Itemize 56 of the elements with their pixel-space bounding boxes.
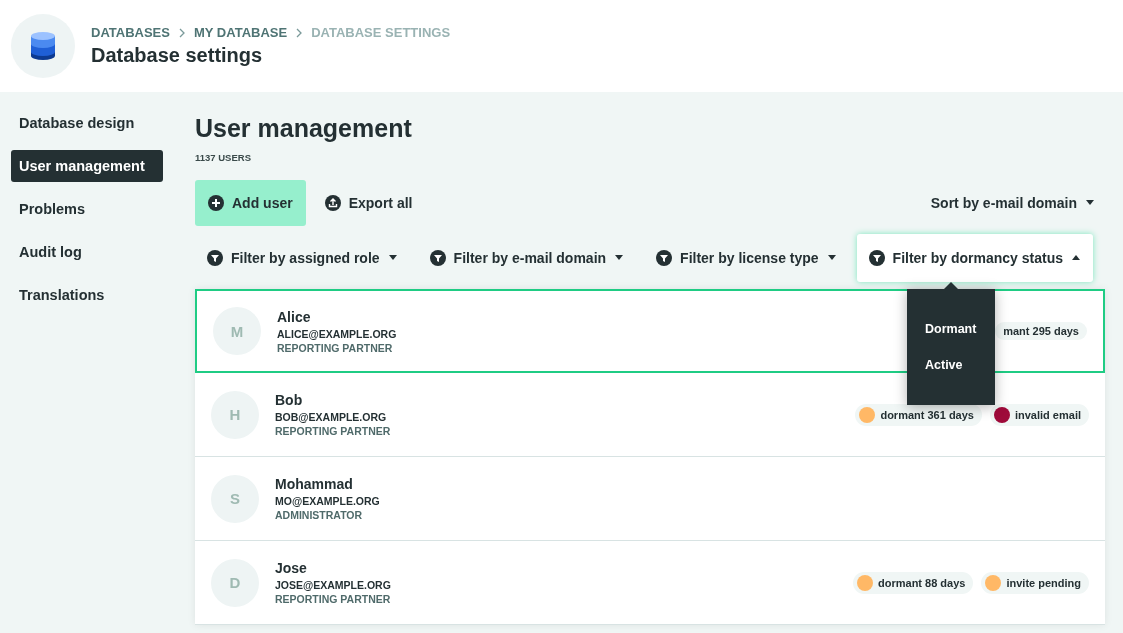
caret-icon <box>1085 200 1095 206</box>
avatar: M <box>213 307 261 355</box>
user-email: MO@EXAMPLE.ORG <box>275 495 380 507</box>
filter-dropdown[interactable]: Filter by dormancy status <box>856 234 1093 282</box>
status-tag: mant 295 days <box>995 322 1087 340</box>
avatar: S <box>211 474 259 523</box>
user-role: REPORTING PARTNER <box>275 425 391 437</box>
user-name: Alice <box>277 308 312 325</box>
status-tag: dormant 88 days <box>853 571 974 594</box>
sidebar-item[interactable]: User management <box>11 150 163 182</box>
sidebar-item[interactable]: Problems <box>11 193 163 225</box>
chevron-icon <box>295 27 304 38</box>
user-name: Mohammad <box>275 476 354 492</box>
status-tag: invite pending <box>981 571 1089 594</box>
menu-item[interactable]: Active <box>925 358 995 372</box>
menu-item[interactable]: Dormant <box>925 322 995 336</box>
user-name: Bob <box>275 392 304 408</box>
sort-dropdown[interactable]: Sort by e-mail domain <box>920 195 1105 211</box>
filter-icon <box>868 250 885 266</box>
user-email: BOB@EXAMPLE.ORG <box>275 411 388 423</box>
user-name: Jose <box>275 560 308 576</box>
status-tag: invalid email <box>989 403 1089 426</box>
caret-icon <box>387 255 398 261</box>
filter-icon <box>207 250 223 266</box>
export-button[interactable]: Export all <box>311 180 426 226</box>
breadcrumb-link[interactable]: DATABASES <box>91 25 170 40</box>
filter-icon <box>429 250 446 266</box>
filter-dropdown[interactable]: Filter by assigned role <box>195 234 410 282</box>
user-row[interactable]: D Jose JOSE@EXAMPLE.ORG REPORTING PARTNER dormant 88 days invite pending <box>195 541 1105 625</box>
filter-dropdown[interactable]: Filter by license type <box>644 234 849 282</box>
user-email: ALICE@EXAMPLE.ORG <box>277 327 397 340</box>
status-tag: dormant 361 days <box>855 403 982 426</box>
section-title: User management <box>195 114 413 143</box>
user-role: REPORTING PARTNER <box>277 341 394 354</box>
add-user-button[interactable]: Add user <box>195 180 306 226</box>
avatar: D <box>211 558 259 607</box>
filter-dropdown[interactable]: Filter by e-mail domain <box>417 234 637 282</box>
plus-icon <box>208 195 224 211</box>
user-email: JOSE@EXAMPLE.ORG <box>275 579 391 591</box>
chevron-icon <box>177 27 186 38</box>
caret-icon <box>826 255 837 261</box>
sidebar-item[interactable]: Database design <box>11 107 163 139</box>
user-role: REPORTING PARTNER <box>275 593 391 605</box>
user-role: ADMINISTRATOR <box>275 509 364 521</box>
export-icon <box>324 195 341 211</box>
user-count: 1137 USERS <box>195 152 252 163</box>
sidebar-item[interactable]: Audit log <box>11 236 163 268</box>
database-icon <box>30 30 56 62</box>
user-row[interactable]: S Mohammad MO@EXAMPLE.ORG ADMINISTRATOR <box>195 457 1105 541</box>
page-title: Database settings <box>91 44 264 67</box>
sidebar-item[interactable]: Translations <box>11 279 163 311</box>
caret-icon <box>614 255 625 261</box>
filter-icon <box>656 250 673 266</box>
caret-icon <box>1071 255 1081 261</box>
breadcrumb-link[interactable]: MY DATABASE <box>193 25 288 40</box>
avatar: H <box>211 390 259 439</box>
